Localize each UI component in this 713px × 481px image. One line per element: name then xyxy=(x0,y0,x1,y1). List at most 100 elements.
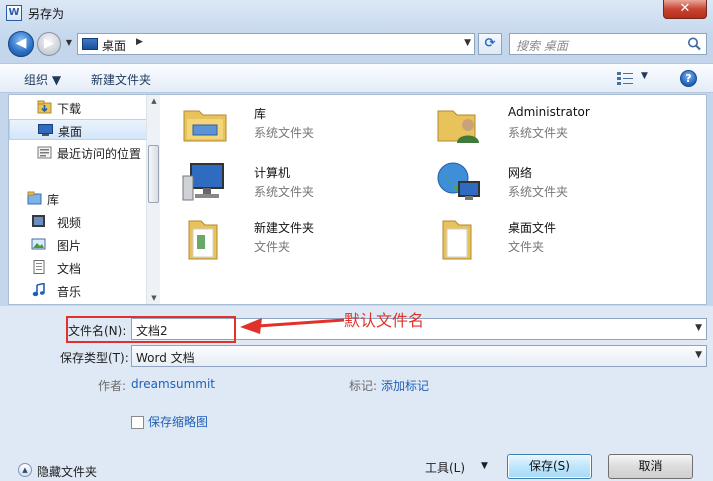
filetype-label: 保存类型(T): xyxy=(60,351,129,365)
pictures-icon xyxy=(31,238,46,250)
file-type: 系统文件夹 xyxy=(254,185,315,199)
nav-item-recent-places[interactable]: 最近访问的位置 xyxy=(9,142,149,163)
tags-field[interactable]: 添加标记 xyxy=(381,377,429,394)
hide-folders-label[interactable]: 隐藏文件夹 xyxy=(37,463,97,480)
view-options-icon[interactable] xyxy=(617,71,633,85)
tools-menu[interactable]: 工具(L) xyxy=(425,459,465,476)
nav-item-libraries[interactable]: 库 xyxy=(9,188,149,209)
nav-item-label: 文档 xyxy=(57,262,82,276)
new-folder-button[interactable]: 新建文件夹 xyxy=(91,71,151,88)
command-toolbar: 组织 ▼ 新建文件夹 ▼ ? xyxy=(0,63,713,93)
file-item-administrator[interactable]: Administrator 系统文件夹 xyxy=(435,99,665,149)
author-field[interactable]: dreamsummit xyxy=(131,377,215,391)
browser-pane: 下载 桌面 最近访问的位置 库 视频 图片 文档 音乐 ▲ ▼ 库 系统文件夹 … xyxy=(8,94,707,305)
file-type: 系统文件夹 xyxy=(254,126,315,140)
file-item-network[interactable]: 网络 系统文件夹 xyxy=(435,158,665,208)
file-item-computer[interactable]: 计算机 系统文件夹 xyxy=(181,158,411,208)
scrollbar-thumb[interactable] xyxy=(148,145,159,203)
tools-dropdown-icon[interactable]: ▼ xyxy=(481,461,488,471)
author-label: 作者: xyxy=(98,379,127,393)
folder-icon xyxy=(442,220,472,260)
annotation-highlight-box xyxy=(66,316,236,343)
nav-item-documents[interactable]: 文档 xyxy=(9,257,149,278)
help-icon: ? xyxy=(685,72,692,85)
filetype-select[interactable]: Word 文档 ▼ xyxy=(131,345,707,367)
window-title: 另存为 xyxy=(28,7,65,21)
forward-button[interactable]: ▶ xyxy=(37,32,61,56)
search-icon[interactable] xyxy=(686,36,702,52)
user-folder-icon xyxy=(437,110,479,143)
address-bar[interactable]: 桌面 ▶ ▼ xyxy=(77,33,475,55)
address-row: ◀ ▶ ▼ 桌面 ▶ ▼ ⟳ 搜索 桌面 xyxy=(0,28,713,60)
music-icon xyxy=(32,283,45,297)
annotation-text: 默认文件名 xyxy=(344,311,425,330)
computer-icon xyxy=(182,163,224,201)
title-bar: W 另存为 ✕ xyxy=(0,0,713,26)
nav-item-label: 视频 xyxy=(57,216,82,230)
breadcrumb-desktop[interactable]: 桌面 xyxy=(102,37,126,54)
nav-item-videos[interactable]: 视频 xyxy=(9,211,149,232)
file-type: 文件夹 xyxy=(254,240,291,254)
file-name: 桌面文件 xyxy=(508,221,557,235)
nav-item-label: 图片 xyxy=(57,239,82,253)
refresh-icon: ⟳ xyxy=(484,36,496,51)
scroll-up-icon[interactable]: ▲ xyxy=(149,97,159,105)
folder-icon xyxy=(188,220,218,260)
filename-dropdown-icon[interactable]: ▼ xyxy=(695,323,702,333)
organize-button[interactable]: 组织 ▼ xyxy=(24,71,61,88)
file-item-new-folder[interactable]: 新建文件夹 文件夹 xyxy=(181,213,411,263)
nav-item-label: 最近访问的位置 xyxy=(57,147,142,161)
network-icon xyxy=(437,162,480,200)
refresh-button[interactable]: ⟳ xyxy=(478,33,502,55)
nav-item-downloads[interactable]: 下载 xyxy=(9,97,149,118)
library-icon xyxy=(27,191,42,205)
library-folder-icon xyxy=(183,110,227,142)
search-input[interactable]: 搜索 桌面 xyxy=(509,33,707,55)
documents-icon xyxy=(33,260,45,274)
word-app-icon: W xyxy=(6,5,22,21)
close-icon: ✕ xyxy=(679,1,691,16)
breadcrumb-arrow-icon[interactable]: ▶ xyxy=(136,37,143,47)
desktop-icon xyxy=(82,38,98,50)
desktop-icon xyxy=(38,124,53,136)
file-type: 系统文件夹 xyxy=(508,126,569,140)
save-thumbnail-checkbox[interactable] xyxy=(131,416,144,429)
download-folder-icon xyxy=(37,100,52,114)
help-button[interactable]: ? xyxy=(680,70,697,87)
file-name: 网络 xyxy=(508,166,533,180)
file-name: 新建文件夹 xyxy=(254,221,315,235)
save-button[interactable]: 保存(S) xyxy=(507,454,592,479)
nav-item-music[interactable]: 音乐 xyxy=(9,280,149,301)
chevron-down-icon: ▼ xyxy=(65,38,73,47)
search-placeholder: 搜索 桌面 xyxy=(516,39,568,53)
annotation-arrow xyxy=(240,318,345,334)
view-dropdown-icon[interactable]: ▼ xyxy=(641,71,648,81)
file-item-desktop-files[interactable]: 桌面文件 文件夹 xyxy=(435,213,665,263)
filetype-value: Word 文档 xyxy=(136,351,195,365)
chevron-up-icon: ▲ xyxy=(22,466,28,474)
close-button[interactable]: ✕ xyxy=(663,0,707,19)
nav-scrollbar[interactable]: ▲ ▼ xyxy=(146,95,160,304)
nav-item-desktop[interactable]: 桌面 xyxy=(9,119,149,140)
navigation-pane: 下载 桌面 最近访问的位置 库 视频 图片 文档 音乐 ▲ ▼ xyxy=(9,95,160,304)
file-item-library[interactable]: 库 系统文件夹 xyxy=(181,99,411,149)
nav-item-pictures[interactable]: 图片 xyxy=(9,234,149,255)
file-type: 系统文件夹 xyxy=(508,185,569,199)
back-arrow-icon: ◀ xyxy=(15,35,27,51)
recent-pages-button[interactable]: ▼ xyxy=(63,37,75,49)
hide-folders-toggle[interactable]: ▲ xyxy=(18,463,32,477)
file-name: 计算机 xyxy=(254,166,291,180)
address-dropdown-icon[interactable]: ▼ xyxy=(464,38,471,48)
back-button[interactable]: ◀ xyxy=(8,31,34,57)
file-name: 库 xyxy=(254,107,267,121)
save-thumbnail-label[interactable]: 保存缩略图 xyxy=(148,413,208,430)
save-as-dialog: W 另存为 ✕ ◀ ▶ ▼ 桌面 ▶ ▼ ⟳ 搜索 桌面 组织 ▼ 新建文件夹 … xyxy=(0,0,713,481)
filetype-dropdown-icon[interactable]: ▼ xyxy=(695,350,702,360)
forward-arrow-icon: ▶ xyxy=(44,36,54,51)
nav-item-label: 桌面 xyxy=(58,125,83,139)
recent-places-icon xyxy=(37,146,52,159)
file-name: Administrator xyxy=(508,105,590,119)
nav-item-label: 音乐 xyxy=(57,285,82,299)
cancel-button[interactable]: 取消 xyxy=(608,454,693,479)
scroll-down-icon[interactable]: ▼ xyxy=(149,294,159,302)
